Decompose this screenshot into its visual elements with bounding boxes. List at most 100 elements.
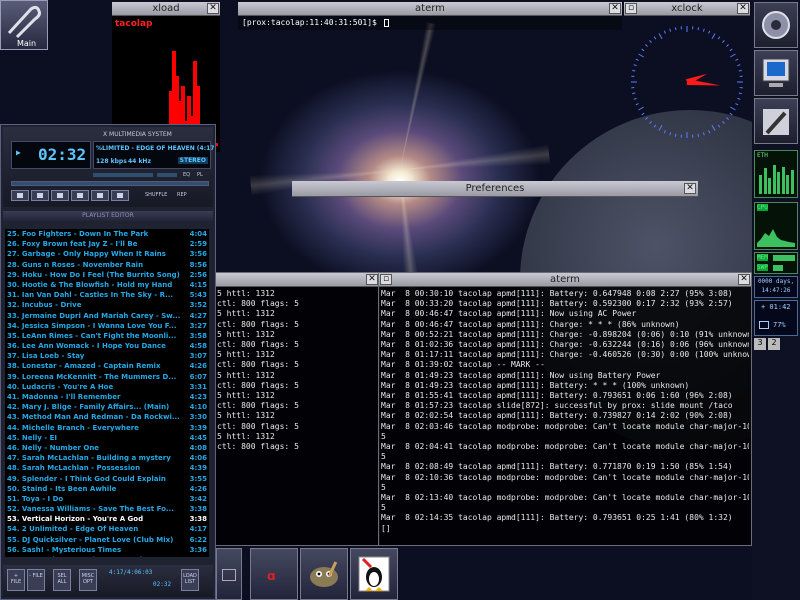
playlist-item-duration: 4:27 bbox=[189, 311, 207, 320]
aterm-main-menu-button[interactable]: ▫ bbox=[380, 274, 392, 285]
playlist-item[interactable]: 51. Toya - I Do 3:42 bbox=[5, 494, 209, 504]
playlist-item[interactable]: 47. Sarah McLachlan - Building a mystery… bbox=[5, 453, 209, 463]
playlist-button-sel-all[interactable]: SEL ALL bbox=[53, 569, 71, 591]
eth-bar bbox=[777, 171, 780, 194]
xmms-volume-slider[interactable] bbox=[93, 173, 153, 177]
eth-bar bbox=[781, 166, 785, 194]
dock-gear-app[interactable] bbox=[754, 2, 798, 48]
dock-monitor-app[interactable] bbox=[754, 50, 798, 96]
aterm-main-line: Mar 8 00:30:10 tacolap apmd[111]: Batter… bbox=[381, 289, 733, 298]
preferences-title: Preferences bbox=[465, 183, 525, 194]
xmms-pl-toggle[interactable]: PL bbox=[197, 172, 203, 178]
playlist-item-title: 44. Michelle Branch - Everywhere bbox=[7, 423, 139, 432]
playlist-item[interactable]: 42. Mary J. Blige - Family Affairs... (M… bbox=[5, 402, 209, 412]
task-button-1[interactable] bbox=[216, 548, 242, 600]
playlist-item-title: 47. Sarah McLachlan - Building a mystery bbox=[7, 454, 171, 463]
xmms-balance-slider[interactable] bbox=[157, 173, 177, 177]
playlist-item[interactable]: 36. Lee Ann Womack - I Hope You Dance 4:5… bbox=[5, 341, 209, 351]
playlist-item[interactable]: 34. Jessica Simpson - I Wanna Love You F… bbox=[5, 321, 209, 331]
playlist-item[interactable]: 38. Lonestar - Amazed - Captain Remix 4:2… bbox=[5, 361, 209, 371]
aterm-left-titlebar[interactable]: ✕ bbox=[215, 273, 379, 287]
xclock-menu-button[interactable]: ▫ bbox=[625, 3, 637, 14]
playlist-item[interactable]: 32. Incubus - Drive 3:52 bbox=[5, 300, 209, 310]
playlist-button-misc-opt[interactable]: MISC OPT bbox=[79, 569, 97, 591]
playlist-item[interactable]: 50. Staind - Its Been Awhile 4:26 bbox=[5, 484, 209, 494]
playlist-item[interactable]: 55. DJ Quicksilver - Planet Love (Club M… bbox=[5, 535, 209, 545]
playlist-item[interactable]: 40. Ludacris - You're A Hoe 3:31 bbox=[5, 382, 209, 392]
gimp-launcher[interactable] bbox=[300, 548, 348, 600]
playlist-item[interactable]: 33. Jermaine Dupri And Mariah Carey - Sw… bbox=[5, 311, 209, 321]
aterm-left-content[interactable]: 5 httl: 1312 ctl: 800 flags: 55 httl: 131… bbox=[217, 289, 377, 543]
playlist-item[interactable]: 39. Loreena McKennitt - The Mummers D...… bbox=[5, 372, 209, 382]
playlist-item[interactable]: 54. 2 Unlimited - Edge Of Heaven 4:17 bbox=[5, 524, 209, 534]
playlist-item[interactable]: 28. Guns n Roses - November Rain 8:56 bbox=[5, 260, 209, 270]
playlist-item-current[interactable]: 53. Vertical Horizon - You're A God 3:38 bbox=[5, 514, 209, 524]
clock-tick bbox=[702, 28, 705, 32]
dock-wrench-app[interactable] bbox=[754, 98, 798, 144]
aterm-top-titlebar[interactable]: aterm ✕ bbox=[238, 2, 622, 16]
playlist-item[interactable]: 31. Ian Van Dahl - Castles In The Sky - … bbox=[5, 290, 209, 300]
playlist-item-title: 50. Staind - Its Been Awhile bbox=[7, 484, 117, 493]
previous-button[interactable] bbox=[11, 190, 29, 201]
playlist-item[interactable]: 43. Method Man And Redman - Da Rockwi...… bbox=[5, 412, 209, 422]
network-monitor: ETH bbox=[754, 150, 798, 198]
xmms-eq-toggle[interactable]: EQ bbox=[183, 172, 190, 178]
playlist-item[interactable]: 44. Michelle Branch - Everywhere 3:39 bbox=[5, 423, 209, 433]
playlist-item[interactable]: 46. Nelly - Number One 4:08 bbox=[5, 443, 209, 453]
eth-bar bbox=[786, 174, 789, 194]
playlist-item[interactable]: 35. LeAnn Rimes - Can't Fight the Moonli… bbox=[5, 331, 209, 341]
playlist-item[interactable]: 49. Splender - I Think God Could Explain… bbox=[5, 474, 209, 484]
xmms-samplerate: 44 kHz bbox=[128, 158, 151, 165]
stop-button[interactable] bbox=[71, 190, 89, 201]
playlist-item[interactable]: 37. Lisa Loeb - Stay 3:07 bbox=[5, 351, 209, 361]
workspace-switcher[interactable]: 3 2 bbox=[754, 338, 798, 350]
playlist-item[interactable]: 41. Madonna - I'll Remember 4:23 bbox=[5, 392, 209, 402]
xmms-time-display[interactable]: 02:32 ▶ bbox=[11, 141, 91, 169]
xmms-seek-bar[interactable] bbox=[11, 181, 209, 186]
next-button[interactable] bbox=[91, 190, 109, 201]
playlist-titlebar[interactable]: PLAYLIST EDITOR bbox=[3, 211, 213, 221]
playlist-item[interactable]: 25. Foo Fighters - Down In The Park 4:04 bbox=[5, 229, 209, 239]
battery-time: + 01:42 bbox=[761, 303, 791, 311]
playlist-item[interactable]: 56. Sash! - Mysterious Times 3:36 bbox=[5, 545, 209, 555]
playlist-item-duration: 4:26 bbox=[189, 362, 207, 371]
aterm-left-line: 5 httl: 1312 bbox=[217, 391, 275, 401]
playlist-item-title: 51. Toya - I Do bbox=[7, 494, 64, 503]
aterm-top-content[interactable]: [prox:tacolap:11:40:31:501]$ bbox=[238, 16, 622, 30]
xmms-repeat-button[interactable]: REP bbox=[177, 192, 187, 198]
workspace-next[interactable]: 2 bbox=[768, 338, 780, 350]
preferences-titlebar[interactable]: Preferences ✕ bbox=[292, 181, 698, 197]
aterm-left-close-button[interactable]: ✕ bbox=[366, 274, 378, 285]
playlist-item[interactable]: 45. Nelly - EI 4:45 bbox=[5, 433, 209, 443]
aterm-main-content[interactable]: Mar 8 00:30:10 tacolap apmd[111]: Batter… bbox=[381, 289, 749, 543]
playlist-item[interactable]: 27. Garbage - Only Happy When It Rains 3:… bbox=[5, 249, 209, 259]
playlist-button-file[interactable]: + FILE bbox=[7, 569, 25, 591]
playlist-item[interactable]: 48. Sarah McLachlan - Possession 4:39 bbox=[5, 463, 209, 473]
pause-button[interactable] bbox=[51, 190, 69, 201]
aterm-main-close-button[interactable]: ✕ bbox=[738, 274, 750, 285]
playlist-button-load-list[interactable]: LOAD LIST bbox=[181, 569, 199, 591]
xload-close-button[interactable]: ✕ bbox=[207, 3, 219, 14]
playlist-item-title: 28. Guns n Roses - November Rain bbox=[7, 260, 144, 269]
play-button[interactable] bbox=[31, 190, 49, 201]
playlist-item[interactable]: 29. Hoku - How Do I Feel (The Burrito So… bbox=[5, 270, 209, 280]
playlist-button-file[interactable]: - FILE bbox=[27, 569, 45, 591]
playlist-item[interactable]: 52. Vanessa Williams - Save The Best Fo.… bbox=[5, 504, 209, 514]
workspace-prev[interactable]: 3 bbox=[754, 338, 766, 350]
linux-launcher[interactable] bbox=[350, 548, 398, 600]
aterm-main-line: Mar 8 01:55:41 tacolap apmd[111]: Batter… bbox=[381, 391, 733, 401]
xmms-shuffle-button[interactable]: SHUFFLE bbox=[145, 192, 167, 198]
aterm-main-titlebar[interactable]: aterm ✕ ▫ bbox=[379, 273, 751, 287]
playlist-item[interactable]: 57. - It's Going Down (Feat Joe Hahn & M… bbox=[5, 555, 209, 557]
xload-titlebar[interactable]: xload ✕ bbox=[112, 2, 220, 16]
playlist-item[interactable]: 26. Foxy Brown feat Jay Z - I'll Be 2:59 bbox=[5, 239, 209, 249]
main-menu-button[interactable]: Main bbox=[0, 0, 48, 50]
preferences-close-button[interactable]: ✕ bbox=[684, 183, 696, 194]
xclock-close-button[interactable]: ✕ bbox=[737, 3, 749, 14]
playlist-item[interactable]: 30. Hootie & The Blowfish - Hold my Hand… bbox=[5, 280, 209, 290]
task-button-2[interactable]: ɑ bbox=[250, 548, 298, 600]
aterm-top-close-button[interactable]: ✕ bbox=[609, 3, 621, 14]
xclock-titlebar[interactable]: xclock ✕ ▫ bbox=[624, 2, 750, 16]
playlist[interactable]: 25. Foo Fighters - Down In The Park 4:04 2… bbox=[5, 229, 209, 557]
eject-button[interactable] bbox=[111, 190, 129, 201]
